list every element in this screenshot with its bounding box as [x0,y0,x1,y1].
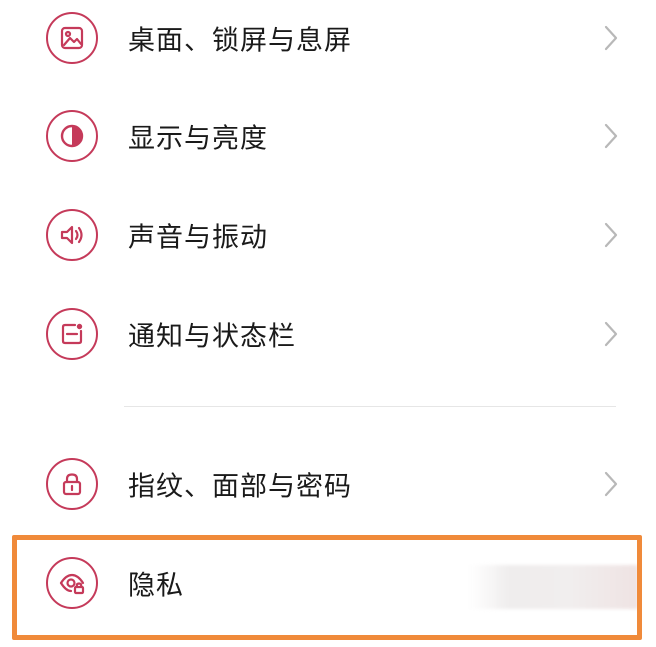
lock-icon [46,458,98,510]
settings-item-label: 指纹、面部与密码 [128,471,352,503]
chevron-right-icon [602,319,620,349]
settings-item-sound-vibration[interactable]: 声音与振动 [0,189,656,281]
settings-item-notification-statusbar[interactable]: 通知与状态栏 [0,288,656,380]
chevron-right-icon [602,220,620,250]
privacy-eye-icon [46,557,98,609]
notification-icon [46,308,98,360]
settings-screen: 桌面、锁屏与息屏 显示与亮度 声音与振动 通知与状态栏 指纹、面部与密码 隐私 [0,0,656,647]
settings-item-label: 桌面、锁屏与息屏 [128,25,352,57]
speaker-icon [46,209,98,261]
chevron-right-icon [602,469,620,499]
section-divider [124,406,616,407]
chevron-right-icon [602,23,620,53]
settings-item-fingerprint-face-password[interactable]: 指纹、面部与密码 [0,438,656,530]
blurred-region [468,565,638,609]
settings-item-label: 声音与振动 [128,222,268,254]
chevron-right-icon [602,121,620,151]
wallpaper-icon [46,12,98,64]
brightness-icon [46,110,98,162]
settings-item-label: 通知与状态栏 [128,321,296,353]
settings-item-desktop-lockscreen[interactable]: 桌面、锁屏与息屏 [0,0,656,84]
settings-item-label: 显示与亮度 [128,123,268,155]
settings-item-display-brightness[interactable]: 显示与亮度 [0,90,656,182]
settings-item-label: 隐私 [128,570,184,602]
